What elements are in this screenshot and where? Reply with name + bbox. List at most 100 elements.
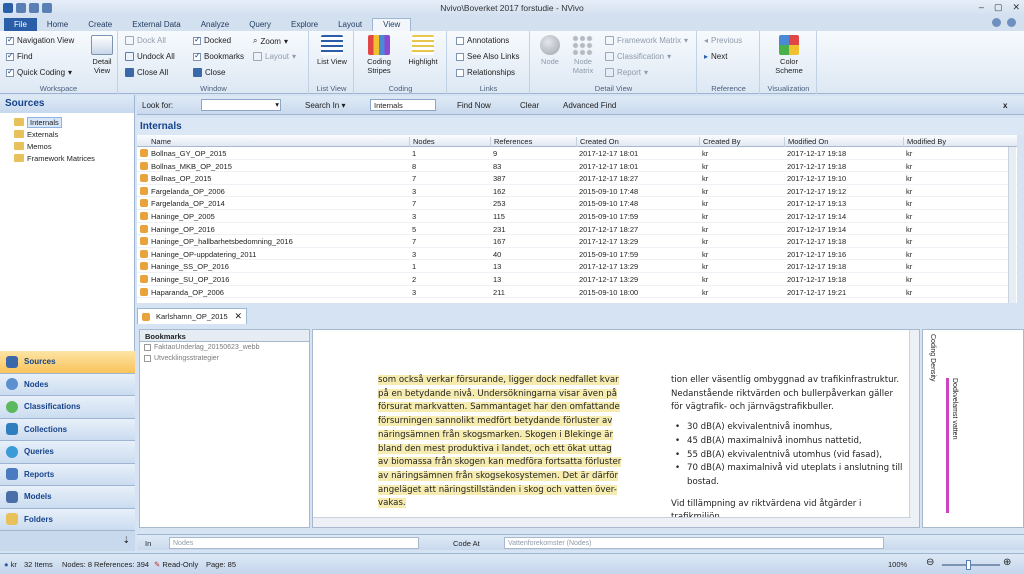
- coded-text-line[interactable]: som också verkar försurande, ligger dock…: [378, 375, 619, 385]
- search-in-button[interactable]: Search In ▾: [305, 101, 346, 110]
- nav-sources[interactable]: Sources: [0, 351, 135, 374]
- document-view[interactable]: som också verkar försurande, ligger dock…: [312, 329, 920, 528]
- list-scrollbar[interactable]: [1008, 147, 1016, 303]
- minimize-icon[interactable]: –: [979, 2, 984, 13]
- tab-explore[interactable]: Explore: [281, 19, 328, 31]
- zoom-in-button[interactable]: ⊕: [1003, 557, 1011, 568]
- nav-reports[interactable]: Reports: [0, 463, 135, 486]
- coded-text-line[interactable]: av biomassa från skogen kan medföra fort…: [378, 457, 622, 468]
- column-modified-on[interactable]: Modified On: [784, 137, 902, 147]
- tab-create[interactable]: Create: [78, 19, 122, 31]
- document-column-left[interactable]: som också verkar försurande, ligger dock…: [378, 374, 623, 511]
- find-toggle[interactable]: Find: [6, 51, 33, 61]
- table-row[interactable]: Haparanda_OP_2006 3 211 2015-09-10 18:00 kr 2…: [137, 286, 1017, 299]
- coded-text-line[interactable]: angeläget att näringstillständen i skog …: [378, 484, 617, 495]
- next-button[interactable]: ▸ Next: [704, 52, 727, 61]
- tree-item-externals[interactable]: Externals: [0, 128, 134, 140]
- coded-text-line[interactable]: bland den mest produktiva i landet, och …: [378, 443, 612, 454]
- clear-button[interactable]: Clear: [520, 101, 539, 110]
- find-now-button[interactable]: Find Now: [457, 101, 491, 110]
- annotations-toggle[interactable]: Annotations: [456, 36, 509, 45]
- table-row[interactable]: Haninge_OP-uppdatering_2011 3 40 2015-09-10…: [137, 248, 1017, 261]
- chevron-down-icon[interactable]: ▾: [275, 100, 279, 109]
- close-button[interactable]: Close: [193, 68, 225, 77]
- tab-view[interactable]: View: [372, 18, 412, 31]
- relationships-toggle[interactable]: Relationships: [456, 68, 515, 77]
- dock-all-button[interactable]: Dock All: [125, 36, 166, 45]
- table-row[interactable]: Haninge_SS_OP_2016 1 13 2017-12-17 13:29 kr 2…: [137, 260, 1017, 273]
- nav-queries[interactable]: Queries: [0, 441, 135, 464]
- tab-analyze[interactable]: Analyze: [191, 19, 239, 31]
- tab-query[interactable]: Query: [239, 19, 281, 31]
- coded-text-line[interactable]: näringsämnen från skogsmarken. Skogen i …: [378, 429, 614, 440]
- tab-home[interactable]: Home: [37, 19, 78, 31]
- detail-view-button[interactable]: Detail View: [88, 35, 116, 75]
- table-row[interactable]: Fargelanda_OP_2006 3 162 2015-09-10 17:48 kr…: [137, 185, 1017, 198]
- tab-external-data[interactable]: External Data: [122, 19, 190, 31]
- zoom-button[interactable]: ⌕ Zoom ▾: [253, 36, 288, 46]
- classification-button[interactable]: Classification ▾: [605, 52, 671, 61]
- bookmark-item[interactable]: FaktaoUnderlag_20150623_webb: [140, 342, 309, 353]
- table-row[interactable]: Haninge_OP_2016 5 231 2017-12-17 18:27 kr 201…: [137, 223, 1017, 236]
- table-row[interactable]: Fargelanda_OP_2014 7 253 2015-09-10 17:48 kr…: [137, 197, 1017, 210]
- docked-toggle[interactable]: Docked: [193, 35, 231, 45]
- bookmark-item[interactable]: Utvecklingsstrategier: [140, 353, 309, 364]
- table-row[interactable]: Bollnas_OP_2015 7 387 2017-12-17 18:27 kr 201…: [137, 172, 1017, 185]
- framework-matrix-button[interactable]: Framework Matrix ▾: [605, 36, 688, 45]
- help-icon[interactable]: [1007, 18, 1016, 27]
- in-select[interactable]: Nodes: [169, 537, 419, 549]
- coded-text-line[interactable]: försurat markvatten. Sammantaget har den…: [378, 402, 620, 413]
- close-find-button[interactable]: x: [1003, 101, 1007, 110]
- document-horizontal-scrollbar[interactable]: [313, 517, 911, 527]
- table-row[interactable]: Haninge_SU_OP_2016 2 13 2017-12-17 13:29 kr 2…: [137, 273, 1017, 286]
- layout-button[interactable]: Layout ▾: [253, 52, 296, 61]
- undock-all-button[interactable]: Undock All: [125, 52, 175, 61]
- options-icon[interactable]: [992, 18, 1001, 27]
- column-name[interactable]: Name: [137, 137, 397, 147]
- advanced-find-button[interactable]: Advanced Find: [563, 101, 616, 110]
- navigation-view-toggle[interactable]: Navigation View: [6, 35, 74, 45]
- node-matrix-button[interactable]: Node Matrix: [567, 35, 599, 75]
- nav-collections[interactable]: Collections: [0, 418, 135, 441]
- nav-models[interactable]: Models: [0, 486, 135, 509]
- nav-folders[interactable]: Folders: [0, 508, 135, 531]
- coding-stripe-label[interactable]: Dodkvelamst vatten: [951, 378, 958, 439]
- document-tab[interactable]: Karlshamn_OP_2015 ✕: [137, 308, 247, 324]
- tree-item-framework-matrices[interactable]: Framework Matrices: [0, 152, 134, 164]
- coding-stripes-button[interactable]: Coding Stripes: [359, 35, 399, 75]
- coding-stripe[interactable]: [946, 378, 949, 513]
- table-row[interactable]: Haninge_OP_2005 3 115 2015-09-10 17:59 kr 201…: [137, 210, 1017, 223]
- highlight-button[interactable]: Highlight: [403, 35, 443, 66]
- close-all-button[interactable]: Close All: [125, 68, 168, 77]
- maximize-icon[interactable]: ▢: [994, 2, 1003, 13]
- column-references[interactable]: References: [490, 137, 575, 147]
- tree-item-memos[interactable]: Memos: [0, 140, 134, 152]
- document-column-right[interactable]: tion eller väsentlig ombyggnad av trafik…: [671, 374, 906, 525]
- tab-layout[interactable]: Layout: [328, 19, 372, 31]
- quick-coding-toggle[interactable]: Quick Coding▾: [6, 67, 72, 77]
- bookmarks-toggle[interactable]: Bookmarks: [193, 51, 244, 61]
- column-nodes[interactable]: Nodes: [409, 137, 489, 147]
- code-at-input[interactable]: Vattenforekomster (Nodes): [504, 537, 884, 549]
- table-row[interactable]: Haninge_OP_hallbarhetsbedomning_2016 7 167…: [137, 235, 1017, 248]
- column-modified-by[interactable]: Modified By: [903, 137, 993, 147]
- coded-text-line[interactable]: försurningen sannolikt medfört betydande…: [378, 416, 613, 427]
- table-row[interactable]: Bollnas_MKB_OP_2015 8 83 2017-12-17 18:01 kr…: [137, 160, 1017, 173]
- column-created-on[interactable]: Created On: [576, 137, 698, 147]
- node-button[interactable]: Node: [535, 35, 565, 66]
- previous-button[interactable]: ◂ Previous: [704, 36, 742, 45]
- look-for-input[interactable]: ▾: [201, 99, 281, 111]
- nav-nodes[interactable]: Nodes: [0, 373, 135, 396]
- close-tab-icon[interactable]: ✕: [234, 311, 242, 322]
- coded-text-line[interactable]: på en betydande nivå. Undersökningarna v…: [378, 388, 617, 399]
- zoom-slider-thumb[interactable]: [966, 560, 971, 570]
- close-window-icon[interactable]: ✕: [1012, 2, 1020, 13]
- nav-classifications[interactable]: Classifications: [0, 396, 135, 419]
- tab-file[interactable]: File: [4, 18, 37, 31]
- color-scheme-button[interactable]: Color Scheme: [769, 35, 809, 75]
- tree-item-internals[interactable]: Internals: [0, 116, 134, 128]
- column-created-by[interactable]: Created By: [699, 137, 783, 147]
- see-also-links-toggle[interactable]: See Also Links: [456, 52, 519, 61]
- coded-text-line[interactable]: vakas.: [378, 498, 406, 509]
- nav-pane-options[interactable]: ⇣: [0, 531, 135, 551]
